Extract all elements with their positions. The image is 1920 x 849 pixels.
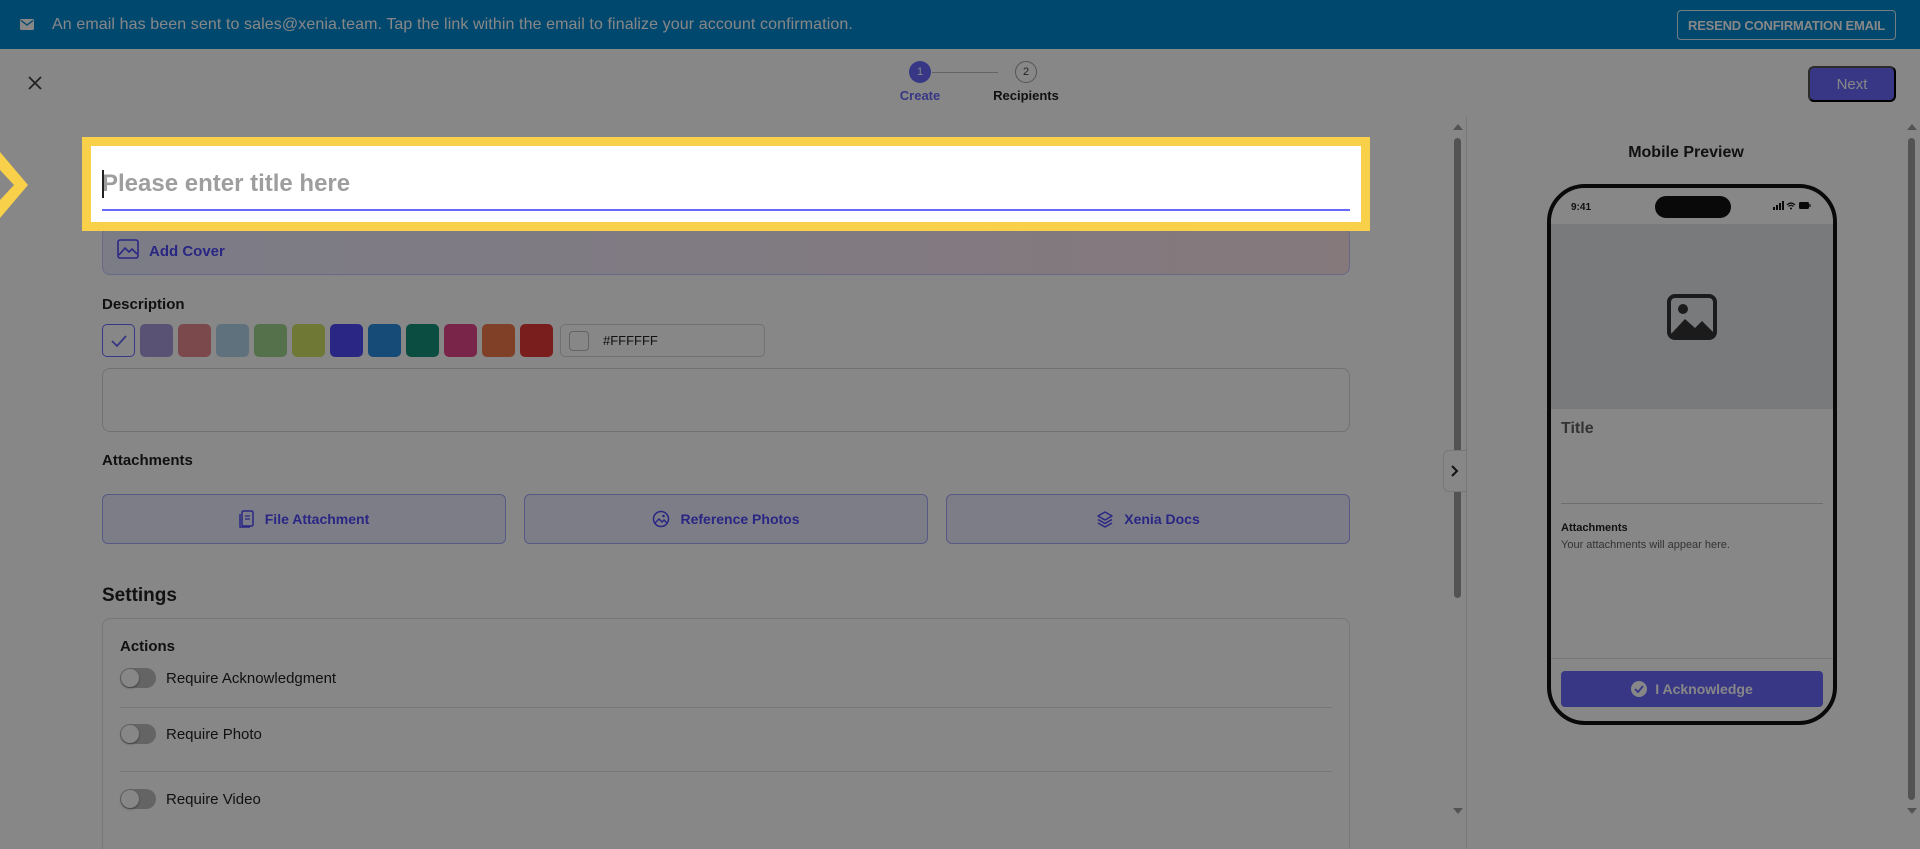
color-swatches: #FFFFFF [102, 324, 765, 357]
scroll-up-arrow[interactable] [1907, 124, 1917, 130]
step-number: 2 [1015, 61, 1037, 83]
swatch-pink[interactable] [444, 324, 477, 357]
status-icons [1773, 201, 1811, 210]
swatch-lime[interactable] [292, 324, 325, 357]
hex-value: #FFFFFF [603, 333, 658, 348]
swatch-white-selected[interactable] [102, 324, 135, 357]
chevron-right-icon [1451, 465, 1459, 477]
step-create[interactable]: 1 Create [880, 61, 960, 103]
attachments-label: Attachments [102, 452, 193, 469]
divider [120, 771, 1332, 772]
actions-label: Actions [120, 638, 176, 655]
color-chip [569, 330, 589, 351]
scrollbar-thumb[interactable] [1908, 138, 1915, 800]
settings-heading: Settings [102, 585, 177, 606]
xenia-docs-label: Xenia Docs [1124, 511, 1200, 527]
swatch-salmon[interactable] [178, 324, 211, 357]
title-input[interactable] [102, 160, 1350, 208]
step-recipients[interactable]: 2 Recipients [986, 61, 1066, 103]
pointer-arrow-icon [0, 150, 40, 220]
close-icon[interactable] [24, 72, 46, 94]
scroll-down-arrow[interactable] [1453, 808, 1463, 814]
step-number: 1 [909, 61, 931, 83]
scrollbar-thumb[interactable] [1454, 138, 1461, 598]
phone-cover-placeholder [1551, 224, 1833, 409]
scroll-up-arrow[interactable] [1453, 124, 1463, 130]
next-button[interactable]: Next [1808, 66, 1896, 102]
phone-preview: 9:41 Title Attachments Your attachments … [1547, 184, 1837, 725]
hex-color-field[interactable]: #FFFFFF [560, 324, 765, 357]
require-photo-toggle[interactable] [120, 724, 156, 744]
swatch-indigo[interactable] [330, 324, 363, 357]
toggle-row-acknowledgment: Require Acknowledgment [120, 668, 336, 688]
reference-photos-button[interactable]: Reference Photos [524, 494, 928, 544]
file-attachment-label: File Attachment [264, 511, 370, 527]
file-attachment-button[interactable]: File Attachment [102, 494, 506, 544]
toggle-label: Require Video [166, 790, 261, 808]
collapse-preview-button[interactable] [1443, 450, 1467, 492]
preview-footer-separator [1551, 658, 1833, 659]
preview-title-placeholder: Title [1561, 420, 1594, 437]
check-circle-icon [1631, 681, 1648, 697]
stepper: 1 Create 2 Recipients [880, 61, 1059, 111]
text-cursor [102, 170, 104, 198]
title-input-wrapper [102, 160, 1350, 211]
phone-status-bar: 9:41 [1551, 188, 1833, 224]
builder-header: 1 Create 2 Recipients Next [0, 49, 1920, 117]
swatch-teal[interactable] [406, 324, 439, 357]
require-acknowledgment-toggle[interactable] [120, 668, 156, 688]
swatch-orange[interactable] [482, 324, 515, 357]
add-cover-button[interactable]: Add Cover [102, 227, 1350, 275]
image-icon [117, 238, 139, 264]
dynamic-island [1655, 196, 1731, 218]
title-underline [102, 209, 1350, 211]
preview-attachments-title: Attachments [1561, 522, 1628, 534]
swatch-lavender[interactable] [140, 324, 173, 357]
confirmation-banner: An email has been sent to sales@xenia.te… [0, 0, 1920, 49]
divider [120, 707, 1332, 708]
swatch-red[interactable] [520, 324, 553, 357]
file-icon [239, 510, 255, 528]
acknowledge-label: I Acknowledge [1655, 681, 1753, 697]
banner-message: An email has been sent to sales@xenia.te… [52, 15, 853, 33]
scroll-down-arrow[interactable] [1907, 808, 1917, 814]
preview-separator [1561, 503, 1823, 504]
xenia-docs-button[interactable]: Xenia Docs [946, 494, 1350, 544]
resend-confirmation-button[interactable]: RESEND CONFIRMATION EMAIL [1677, 10, 1896, 40]
layers-icon [1096, 510, 1114, 528]
toggle-row-video: Require Video [120, 789, 261, 809]
reference-photos-label: Reference Photos [680, 511, 800, 527]
toggle-label: Require Acknowledgment [166, 669, 337, 687]
toggle-row-photo: Require Photo [120, 724, 262, 744]
settings-panel [102, 618, 1350, 849]
page-scrollbar[interactable] [1906, 124, 1918, 814]
toggle-label: Require Photo [166, 725, 262, 743]
image-placeholder-icon [1667, 293, 1717, 340]
swatch-blue[interactable] [368, 324, 401, 357]
description-field[interactable] [102, 368, 1350, 432]
swatch-light-green[interactable] [254, 324, 287, 357]
photo-icon [652, 510, 670, 528]
acknowledge-button: I Acknowledge [1561, 671, 1823, 707]
description-label: Description [102, 296, 185, 313]
phone-time: 9:41 [1571, 202, 1592, 213]
mail-icon [20, 19, 34, 30]
mobile-preview-heading: Mobile Preview [1628, 144, 1744, 161]
step-label: Create [899, 88, 941, 103]
step-label: Recipients [993, 88, 1059, 103]
swatch-light-blue[interactable] [216, 324, 249, 357]
add-cover-label: Add Cover [149, 242, 225, 260]
highlight-frame [82, 137, 1370, 231]
require-video-toggle[interactable] [120, 789, 156, 809]
preview-attachments-hint: Your attachments will appear here. [1561, 539, 1730, 551]
